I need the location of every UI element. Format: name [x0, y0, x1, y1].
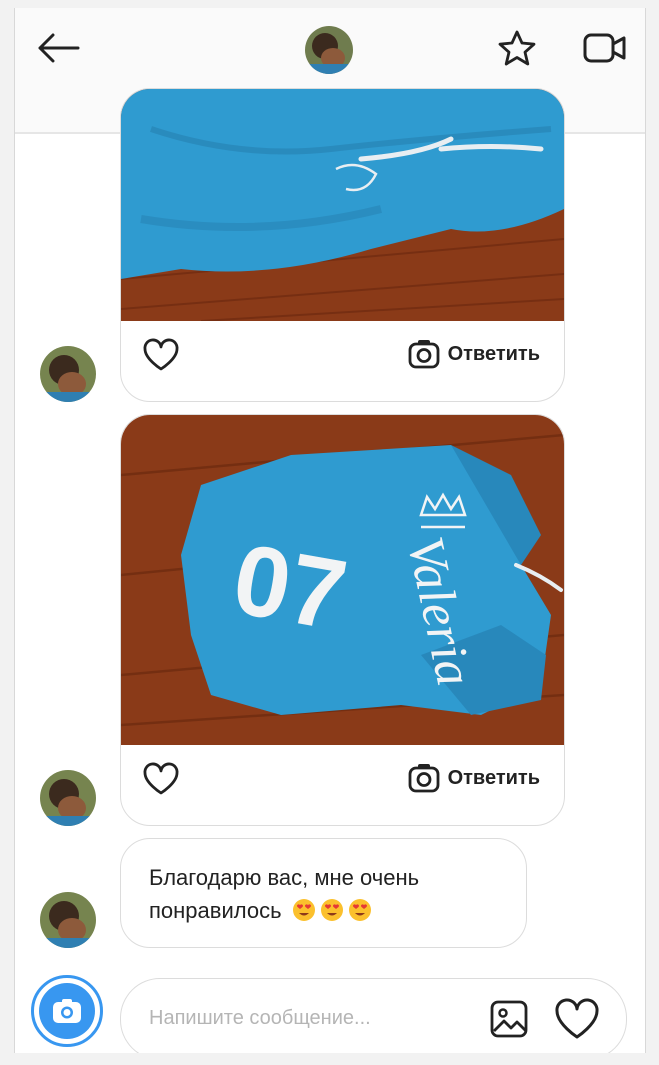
reply-label: Ответить [447, 766, 540, 789]
favorite-button[interactable] [495, 26, 539, 70]
gallery-button[interactable] [489, 999, 529, 1039]
svg-text:07: 07 [225, 522, 354, 652]
like-button[interactable] [141, 337, 181, 373]
back-arrow-icon [38, 33, 80, 63]
reply-button[interactable]: Ответить [408, 763, 540, 793]
heart-icon [143, 338, 179, 371]
message-text-block: Благодарю вас, мне очень понравилось [149, 861, 509, 927]
sender-avatar[interactable] [40, 892, 96, 948]
video-call-icon [583, 33, 626, 63]
camera-button[interactable] [31, 975, 103, 1047]
photo-actions: Ответить [121, 321, 564, 399]
camera-icon [408, 340, 439, 369]
sender-avatar[interactable] [40, 346, 96, 402]
photo-message[interactable]: Ответить [120, 88, 565, 402]
message-text: Благодарю вас, мне очень понравилось [149, 865, 420, 923]
header-avatar[interactable] [305, 26, 353, 74]
like-button[interactable] [141, 761, 181, 797]
back-button[interactable] [33, 28, 83, 68]
message-photo[interactable]: 07 Valeria [121, 415, 564, 745]
send-like-button[interactable] [553, 997, 601, 1041]
star-icon [498, 30, 536, 66]
sender-avatar[interactable] [40, 770, 96, 826]
message-photo[interactable] [121, 89, 564, 321]
gallery-icon [490, 1000, 528, 1038]
camera-icon [53, 999, 81, 1023]
heart-eyes-emoji [320, 899, 343, 921]
reply-button[interactable]: Ответить [408, 339, 540, 369]
heart-icon [143, 762, 179, 795]
heart-eyes-emoji [348, 899, 371, 921]
camera-button-fill [39, 983, 95, 1039]
photo-actions: Ответить [121, 745, 564, 823]
message-input[interactable]: Напишите сообщение... [149, 1007, 371, 1030]
direct-thread-screen: valeria_housse› [14, 8, 646, 1053]
heart-eyes-emoji [292, 899, 315, 921]
camera-icon [408, 764, 439, 793]
photo-message[interactable]: 07 Valeria Ответить [120, 414, 565, 826]
text-message-bubble[interactable]: Благодарю вас, мне очень понравилось [120, 838, 527, 948]
heart-icon [555, 998, 599, 1039]
message-composer[interactable]: Напишите сообщение... [120, 978, 627, 1053]
reply-label: Ответить [447, 342, 540, 365]
video-call-button[interactable] [581, 26, 629, 70]
